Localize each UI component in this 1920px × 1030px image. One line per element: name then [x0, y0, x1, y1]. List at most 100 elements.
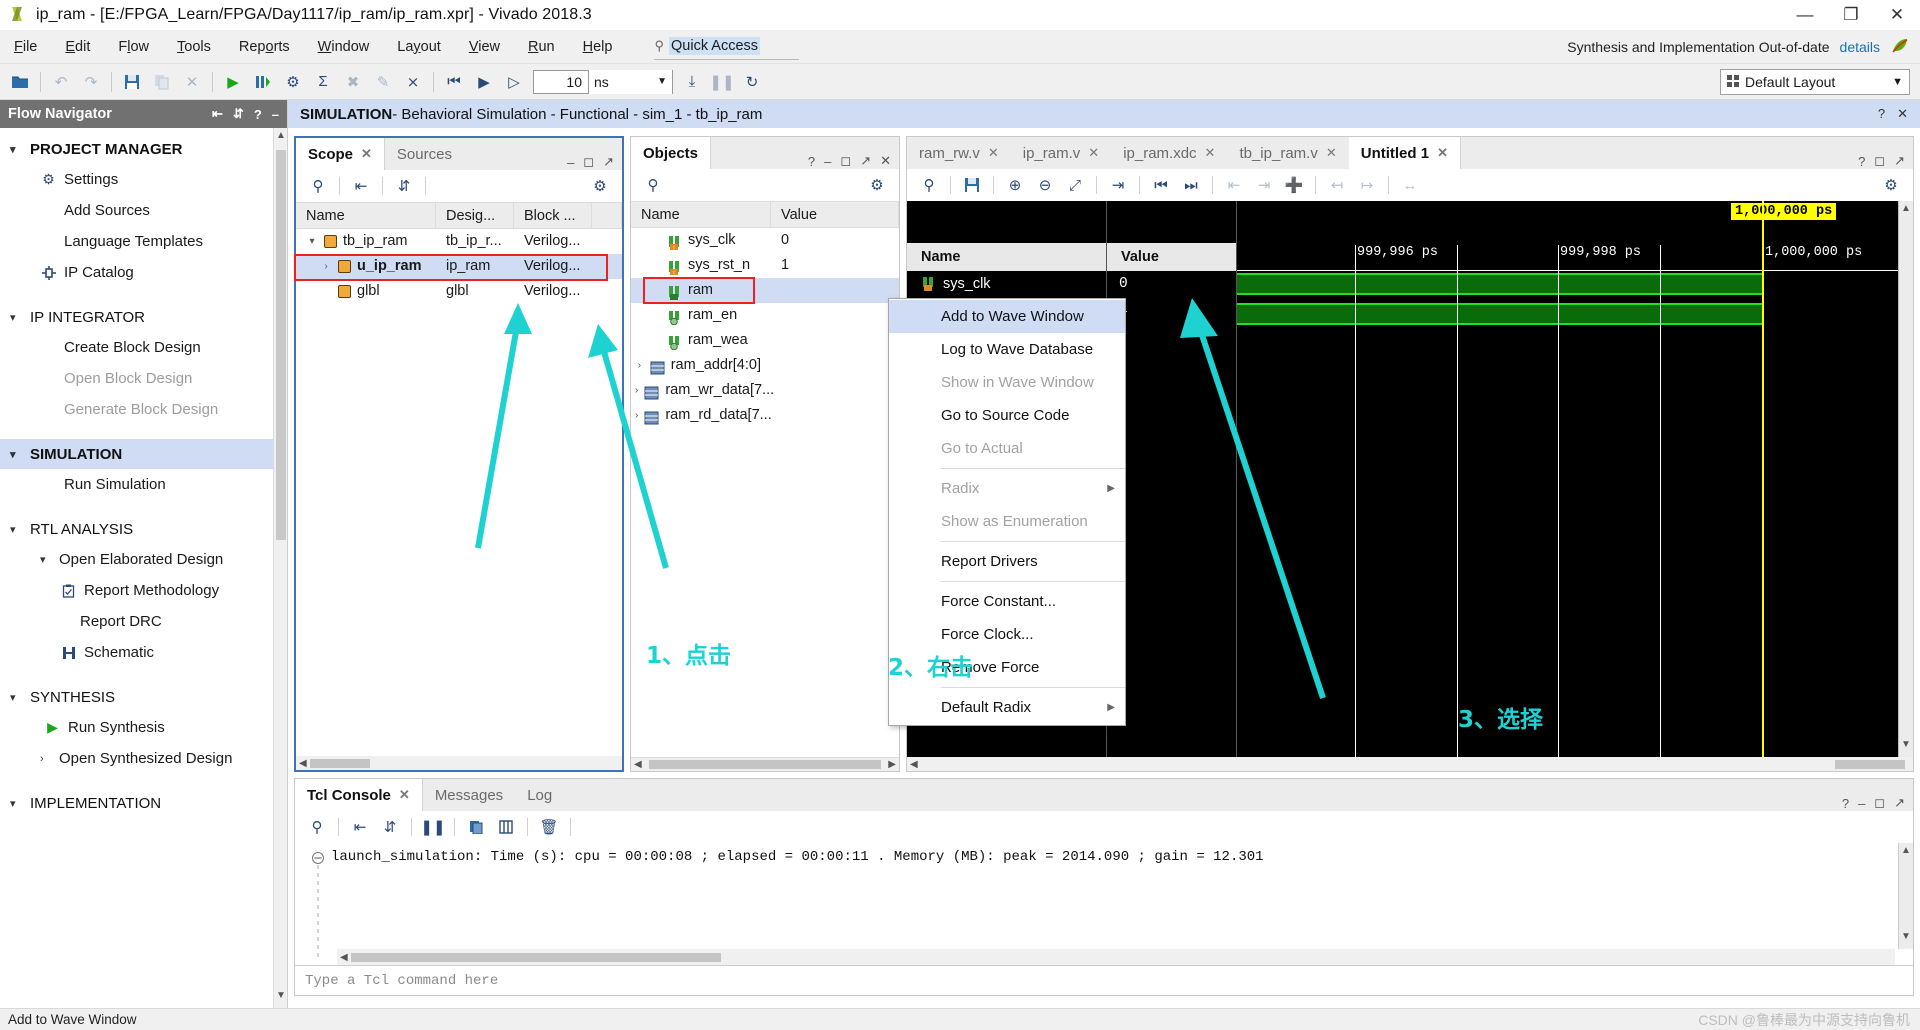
search-icon[interactable]: ⚲	[915, 171, 943, 199]
maximize-panel-icon[interactable]: ◻	[840, 153, 851, 169]
zoom-fit-icon[interactable]: ⤢	[1061, 171, 1089, 199]
sidebar-item-create-block-design[interactable]: Create Block Design	[0, 332, 287, 363]
next-marker-icon[interactable]: ⇥	[1250, 171, 1278, 199]
close-icon[interactable]: ✕	[988, 145, 999, 161]
quick-access-search[interactable]: ⚲ Quick Access	[654, 34, 800, 60]
sidebar-item-settings[interactable]: ⚙ Settings	[0, 164, 287, 195]
menu-item-force-constant[interactable]: Force Constant...	[889, 585, 1125, 618]
run-time-unit-select[interactable]: ns ▼	[588, 69, 672, 94]
relaunch-icon[interactable]: ↻	[738, 68, 766, 96]
run-icon[interactable]: ▶	[219, 68, 247, 96]
chevron-right-icon[interactable]: ›	[635, 403, 638, 428]
list-item[interactable]: › ram_rd_data[7...	[631, 403, 899, 428]
chevron-right-icon[interactable]: ›	[635, 353, 644, 378]
list-item[interactable]: › ram_addr[4:0]	[631, 353, 899, 378]
list-item[interactable]: I sys_rst_n 1	[631, 253, 899, 278]
tab-tb-ip-ram-v[interactable]: tb_ip_ram.v ✕	[1227, 137, 1349, 169]
float-panel-icon[interactable]: ↗	[1894, 153, 1905, 169]
zoom-in-icon[interactable]: ⊕	[1001, 171, 1029, 199]
table-row[interactable]: ▾ tb_ip_ram tb_ip_r... Verilog...	[296, 229, 622, 254]
scroll-down-icon[interactable]: ▼	[1900, 739, 1912, 755]
save-icon[interactable]	[118, 68, 146, 96]
step-icon[interactable]: ⤓	[678, 68, 706, 96]
tab-tcl-console[interactable]: Tcl Console ✕	[295, 779, 423, 811]
close-button[interactable]: ✕	[1874, 0, 1920, 30]
pencil-icon[interactable]: ✎	[369, 68, 397, 96]
wave-cursor[interactable]	[1762, 201, 1764, 757]
sort-icon[interactable]: ⇵	[233, 106, 244, 122]
table-row[interactable]: glbl glbl Verilog...	[296, 279, 622, 304]
list-item[interactable]: › ram_wr_data[7...	[631, 378, 899, 403]
layout-selector[interactable]: Default Layout ▼	[1720, 68, 1910, 95]
float-panel-icon[interactable]: ↗	[860, 153, 871, 169]
run-sim-icon[interactable]: ▶	[470, 68, 498, 96]
column-design[interactable]: Desig...	[436, 202, 514, 229]
scrollbar-thumb[interactable]	[276, 150, 286, 540]
column-name[interactable]: Name	[296, 202, 436, 229]
sidebar-item-ip-catalog[interactable]: IP Catalog	[0, 257, 287, 288]
menu-layout[interactable]: Layout	[383, 30, 455, 64]
menu-reports[interactable]: Reports	[225, 30, 304, 64]
run-for-time-icon[interactable]: ▷	[500, 68, 528, 96]
scrollbar-thumb[interactable]	[648, 760, 882, 769]
gear-icon[interactable]: ⚙	[586, 172, 614, 200]
scroll-left-icon[interactable]: ◀	[337, 952, 351, 963]
gear-icon[interactable]: ⚙	[863, 171, 891, 199]
menu-help[interactable]: Help	[569, 30, 627, 64]
measure-icon[interactable]: ↔	[1396, 171, 1424, 199]
minimize-panel-icon[interactable]: –	[1858, 796, 1865, 811]
scrollbar-thumb[interactable]	[1835, 759, 1905, 769]
menu-item-force-clock[interactable]: Force Clock...	[889, 618, 1125, 651]
sidebar-group-simulation[interactable]: ▾ SIMULATION	[0, 439, 287, 469]
close-icon[interactable]: ✕	[399, 787, 410, 803]
list-item[interactable]: ram_en	[631, 303, 899, 328]
details-link[interactable]: details	[1840, 39, 1880, 55]
objects-horizontal-scrollbar[interactable]: ◀ ▶	[631, 757, 899, 771]
save-icon[interactable]	[958, 171, 986, 199]
chevron-right-icon[interactable]: ›	[635, 378, 638, 403]
x-mark-icon[interactable]: ⨯	[399, 68, 427, 96]
sidebar-item-run-synthesis[interactable]: ▶ Run Synthesis	[0, 712, 287, 743]
sidebar-item-open-synthesized-design[interactable]: › Open Synthesized Design	[0, 743, 287, 774]
close-icon[interactable]: ✕	[1088, 145, 1099, 161]
scroll-up-icon[interactable]: ▲	[1900, 845, 1912, 861]
search-icon[interactable]: ⚲	[303, 813, 331, 841]
menu-item-log-to-wave-database[interactable]: Log to Wave Database	[889, 333, 1125, 366]
wave-horizontal-scrollbar[interactable]: ◀	[907, 757, 1913, 771]
flow-navigator-scrollbar[interactable]: ▲ ▼	[273, 128, 287, 1008]
help-icon[interactable]: ?	[1858, 154, 1865, 169]
minimize-button[interactable]: —	[1782, 0, 1828, 30]
sidebar-group-ip-integrator[interactable]: ▾ IP INTEGRATOR	[0, 302, 287, 332]
run-implementation-icon[interactable]	[249, 68, 277, 96]
tab-scope[interactable]: Scope ✕	[296, 138, 385, 170]
wave-signal-row[interactable]: sys_clk	[907, 271, 1106, 296]
column-block[interactable]: Block ...	[514, 202, 592, 229]
sidebar-item-run-simulation[interactable]: Run Simulation	[0, 469, 287, 500]
sidebar-group-project-manager[interactable]: ▾ PROJECT MANAGER	[0, 134, 287, 164]
menu-run[interactable]: Run	[514, 30, 569, 64]
add-marker-icon[interactable]: ➕	[1280, 171, 1308, 199]
previous-marker-icon[interactable]: ⇤	[1220, 171, 1248, 199]
menu-item-add-to-wave-window[interactable]: Add to Wave Window	[889, 300, 1125, 333]
scope-horizontal-scrollbar[interactable]: ◀	[296, 756, 622, 770]
scrollbar-thumb[interactable]	[309, 758, 370, 768]
maximize-panel-icon[interactable]: ◻	[1874, 153, 1885, 169]
table-row[interactable]: › u_ip_ram ip_ram Verilog...	[296, 254, 622, 279]
gear-icon[interactable]: ⚙	[1877, 171, 1905, 199]
scroll-left-icon[interactable]: ◀	[631, 759, 645, 770]
chevron-right-icon[interactable]: ›	[320, 254, 332, 279]
run-time-value[interactable]: 10	[534, 74, 588, 90]
pause-icon[interactable]: ❚❚	[708, 68, 736, 96]
menu-item-report-drivers[interactable]: Report Drivers	[889, 545, 1125, 578]
columns-icon[interactable]	[492, 813, 520, 841]
maximize-button[interactable]: ❐	[1828, 0, 1874, 30]
menu-tools[interactable]: Tools	[163, 30, 225, 64]
next-transition-icon[interactable]: ⏭	[1177, 171, 1205, 199]
tab-ip-ram-v[interactable]: ip_ram.v ✕	[1010, 137, 1112, 169]
console-horizontal-scrollbar[interactable]: ◀	[337, 949, 1895, 965]
menu-edit[interactable]: Edit	[51, 30, 104, 64]
float-panel-icon[interactable]: ↗	[603, 154, 614, 170]
tab-ip-ram-xdc[interactable]: ip_ram.xdc ✕	[1111, 137, 1228, 169]
expand-all-icon[interactable]: ⇵	[390, 172, 418, 200]
help-icon[interactable]: ?	[808, 154, 815, 169]
